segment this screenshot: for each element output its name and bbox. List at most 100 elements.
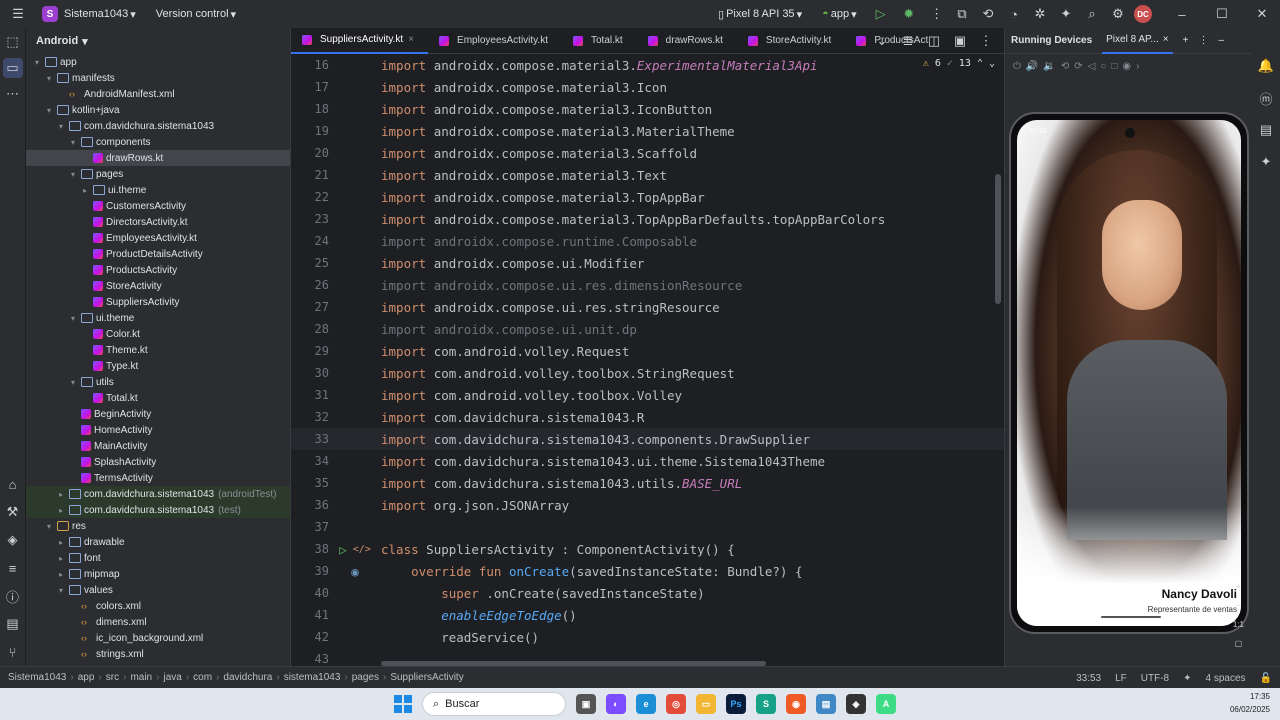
tree-item[interactable]: ▸ drawable	[26, 534, 290, 550]
code-line[interactable]: 29 import com.android.volley.Request	[291, 340, 1005, 362]
device-tab[interactable]: Pixel 8 AP... ×	[1102, 28, 1173, 54]
build-variants-icon[interactable]: ⌂	[3, 474, 23, 494]
plus-icon[interactable]: +	[1236, 582, 1241, 591]
code-line[interactable]: 20 import androidx.compose.material3.Scaf…	[291, 142, 1005, 164]
code-line[interactable]: 34 import com.davidchura.sistema1043.ui.t…	[291, 450, 1005, 472]
code-view-icon[interactable]: ≣	[898, 31, 918, 51]
code-line[interactable]: 24 import androidx.compose.runtime.Compos…	[291, 230, 1005, 252]
gradle-icon[interactable]: ⓜ	[1256, 88, 1276, 108]
tree-item[interactable]: ‹› AndroidManifest.xml	[26, 86, 290, 102]
close-tab-icon[interactable]: ×	[408, 34, 414, 45]
photoshop-icon[interactable]: Ps	[726, 694, 746, 714]
chevron-down-icon[interactable]: ▾	[68, 314, 78, 323]
run-gutter-icon[interactable]: ▷	[339, 542, 347, 557]
app-quality-icon[interactable]: ◈	[3, 530, 23, 550]
chevron-down-icon[interactable]: ▾	[56, 586, 66, 595]
code-line[interactable]: 26 import androidx.compose.ui.res.dimensi…	[291, 274, 1005, 296]
tree-item[interactable]: ‹› dimens.xml	[26, 614, 290, 630]
power-icon[interactable]: ⏻	[1013, 61, 1021, 72]
editor-tab[interactable]: SuppliersActivity.kt ×	[291, 28, 429, 54]
add-device-icon[interactable]: +	[1183, 35, 1189, 46]
debug-icon[interactable]: ✹	[899, 4, 919, 24]
close-icon[interactable]: ✕	[1252, 4, 1272, 24]
more-icon[interactable]: ⋮	[976, 31, 996, 51]
tree-item[interactable]: CustomersActivity	[26, 198, 290, 214]
tree-item[interactable]: drawRows.kt	[26, 150, 290, 166]
overview-icon[interactable]: □	[1111, 61, 1117, 72]
sublime-icon[interactable]: S	[756, 694, 776, 714]
gemini-icon[interactable]: ✦	[1056, 4, 1076, 24]
copilot-icon[interactable]: ◐	[606, 694, 626, 714]
vscode-icon[interactable]: ◈	[846, 694, 866, 714]
chevron-right-icon[interactable]: ▸	[56, 570, 66, 579]
gemini-icon[interactable]: ✦	[1256, 152, 1276, 172]
tree-item[interactable]: TermsActivity	[26, 470, 290, 486]
volume-up-icon[interactable]: 🔊	[1026, 61, 1038, 72]
avatar[interactable]: DC	[1134, 5, 1152, 23]
chevron-down-icon[interactable]: ▾	[44, 74, 54, 83]
chevron-down-icon[interactable]: ▾	[44, 522, 54, 531]
code-line[interactable]: 31 import com.android.volley.toolbox.Voll…	[291, 384, 1005, 406]
code-line[interactable]: 22 import androidx.compose.material3.TopA…	[291, 186, 1005, 208]
chevron-right-icon[interactable]: ▸	[56, 554, 66, 563]
code-line[interactable]: 38 ▷ </> class SuppliersActivity : Componen…	[291, 538, 1005, 560]
chevron-down-icon[interactable]: ▾	[68, 138, 78, 147]
tree-item[interactable]: ▸ font	[26, 550, 290, 566]
maximize-icon[interactable]: ☐	[1212, 4, 1232, 24]
vcs-menu[interactable]: Version control ▾	[150, 3, 242, 25]
taskbar-clock[interactable]: 17:35 06/02/2025	[1230, 690, 1270, 716]
breadcrumb-item[interactable]: Sistema1043	[8, 672, 66, 683]
sync-icon[interactable]: ⟲	[978, 4, 998, 24]
chevron-down-icon[interactable]: ▾	[32, 58, 42, 67]
options-icon[interactable]: ⋮	[1198, 35, 1208, 46]
build-icon[interactable]: ⚒	[3, 502, 23, 522]
tree-item[interactable]: Type.kt	[26, 358, 290, 374]
gear-icon[interactable]: ⚙	[1108, 4, 1128, 24]
tree-item[interactable]: MainActivity	[26, 438, 290, 454]
resource-manager-icon[interactable]: ⬚	[3, 32, 23, 52]
code-area[interactable]: 16 import androidx.compose.material3.Expe…	[291, 54, 1005, 666]
code-line[interactable]: 35 import com.davidchura.sistema1043.util…	[291, 472, 1005, 494]
tree-item[interactable]: ▾ utils	[26, 374, 290, 390]
breadcrumb-item[interactable]: main	[130, 672, 152, 683]
chevron-right-icon[interactable]: ▸	[56, 538, 66, 547]
code-line[interactable]: 36 import org.json.JSONArray	[291, 494, 1005, 516]
volume-down-icon[interactable]: 🔉	[1043, 61, 1055, 72]
rotate-left-icon[interactable]: ⟲	[1061, 61, 1069, 72]
tree-item[interactable]: ▾ com.davidchura.sistema1043	[26, 118, 290, 134]
tree-item[interactable]: HomeActivity	[26, 422, 290, 438]
breadcrumb-item[interactable]: app	[78, 672, 95, 683]
editor-tab[interactable]: StoreActivity.kt	[737, 28, 845, 54]
vertical-scrollbar[interactable]	[995, 174, 1001, 304]
design-view-icon[interactable]: ▣	[950, 31, 970, 51]
rotate-right-icon[interactable]: ⟳	[1074, 61, 1082, 72]
windows-start-icon[interactable]	[394, 695, 412, 713]
chevron-down-icon[interactable]: ▾	[68, 378, 78, 387]
compose-preview-icon[interactable]: </>	[353, 544, 371, 555]
tree-item[interactable]: ▾ components	[26, 134, 290, 150]
project-view-selector[interactable]: Android ▾	[26, 28, 290, 54]
profiler-icon[interactable]: ◔	[1004, 4, 1024, 24]
lock-icon[interactable]: 🔓	[1260, 673, 1272, 684]
breadcrumb-item[interactable]: pages	[352, 672, 379, 683]
screenshot-icon[interactable]: ◉	[1122, 61, 1131, 72]
file-explorer-icon[interactable]: ▭	[696, 694, 716, 714]
code-line[interactable]: 41 enableEdgeToEdge()	[291, 604, 1005, 626]
project-switcher[interactable]: S Sistema1043 ▾	[36, 3, 142, 25]
editor-tab[interactable]: drawRows.kt	[637, 28, 737, 54]
android-studio-icon[interactable]: A	[876, 694, 896, 714]
code-line[interactable]: 23 import androidx.compose.material3.TopA…	[291, 208, 1005, 230]
breadcrumb-item[interactable]: SuppliersActivity	[390, 672, 463, 683]
device-selector[interactable]: ▯ Pixel 8 API 35 ▾	[712, 3, 808, 25]
chrome-icon[interactable]: ◎	[666, 694, 686, 714]
tree-item[interactable]: SuppliersActivity	[26, 294, 290, 310]
problems-icon[interactable]: ⓘ	[3, 586, 23, 606]
chevron-right-icon[interactable]: ▸	[56, 506, 66, 515]
search-icon[interactable]: ⌕	[1082, 4, 1102, 24]
tree-item[interactable]: ProductDetailsActivity	[26, 246, 290, 262]
split-view-icon[interactable]: ◫	[924, 31, 944, 51]
project-folder-icon[interactable]: ▭	[2, 58, 23, 78]
task-view-icon[interactable]: ▣	[576, 694, 596, 714]
terminal-icon[interactable]: ▤	[3, 614, 23, 634]
more-tools-icon[interactable]: ⋯	[3, 84, 23, 104]
